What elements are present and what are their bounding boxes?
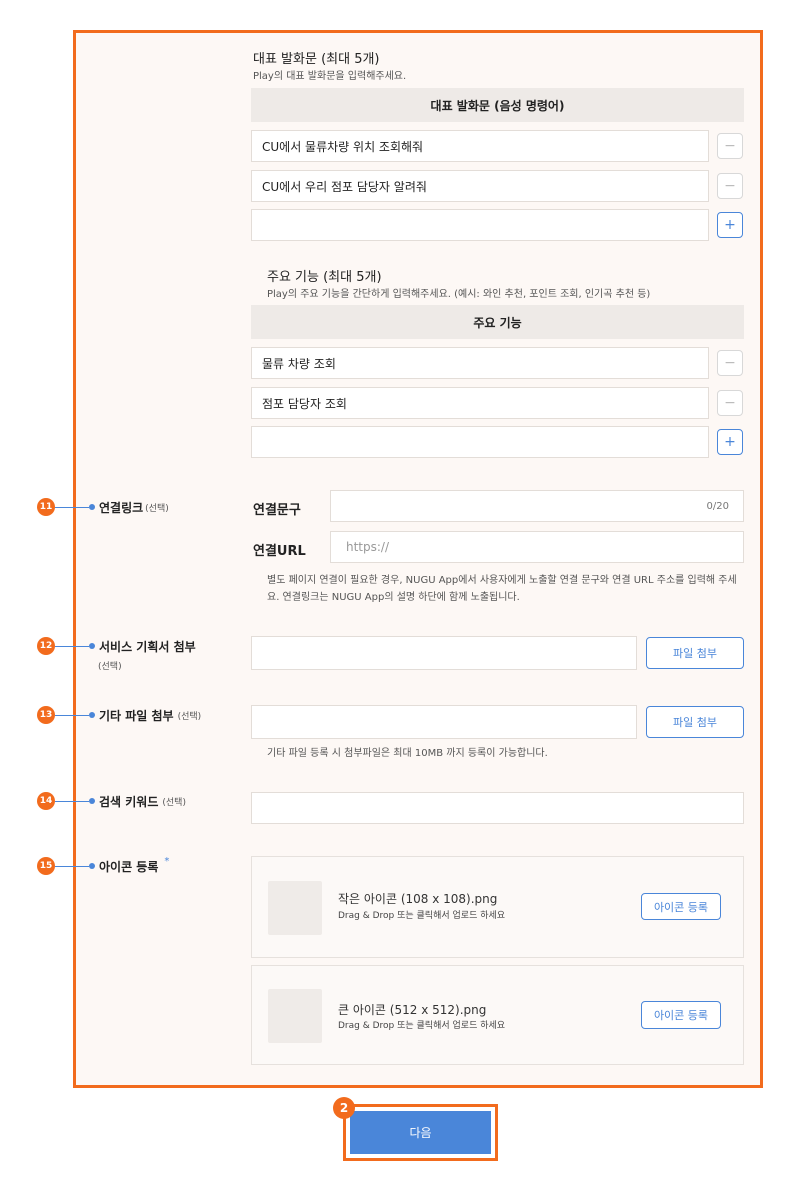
add-utterance-button[interactable]: + [717, 212, 743, 238]
connector-dot [89, 798, 95, 804]
next-button[interactable]: 다음 [350, 1111, 491, 1154]
keyword-input[interactable] [251, 792, 744, 824]
other-file-label: 기타 파일 첨부 [99, 708, 174, 723]
connector-line [55, 865, 89, 867]
utterances-table-header: 대표 발화문 (음성 명령어) [251, 88, 744, 122]
large-icon-upload-card[interactable]: 큰 아이콘 (512 x 512).png Drag & Drop 또는 클릭해… [251, 965, 744, 1065]
link-label: 연결링크 [99, 500, 144, 515]
step-badge-2: 2 [333, 1097, 355, 1119]
plus-icon: + [724, 217, 736, 233]
feature-input-2[interactable]: 점포 담당자 조회 [251, 387, 709, 419]
next-button-frame: 다음 [343, 1104, 498, 1161]
remove-feature-2-button[interactable]: − [717, 390, 743, 416]
other-file-help-text: 기타 파일 등록 시 첨부파일은 최대 10MB 까지 등록이 가능합니다. [267, 748, 548, 759]
plus-icon: + [724, 434, 736, 450]
small-icon-filename: 작은 아이콘 (108 x 108).png [338, 892, 498, 906]
feature-input-1[interactable]: 물류 차량 조회 [251, 347, 709, 379]
features-title: 주요 기능 (최대 5개) [267, 270, 382, 285]
large-icon-filename: 큰 아이콘 (512 x 512).png [338, 1003, 487, 1017]
step-badge-13: 13 [37, 706, 55, 724]
link-optional: (선택) [145, 503, 169, 514]
service-doc-optional: (선택) [98, 662, 122, 672]
icon-label: 아이콘 등록 [99, 859, 159, 874]
large-icon-register-button[interactable]: 아이콘 등록 [641, 1001, 721, 1029]
minus-icon: − [724, 395, 736, 411]
add-feature-button[interactable]: + [717, 429, 743, 455]
features-subtitle: Play의 주요 기능을 간단하게 입력해주세요. (예시: 와인 추천, 포인… [267, 289, 651, 300]
connector-dot [89, 643, 95, 649]
connector-dot [89, 863, 95, 869]
feature-input-3[interactable] [251, 426, 709, 458]
connector-line [55, 714, 89, 716]
step-badge-14: 14 [37, 792, 55, 810]
other-file-label-row: 13 기타 파일 첨부 (선택) [37, 706, 201, 724]
connector-line [55, 800, 89, 802]
link-phrase-input[interactable]: 0/20 [330, 490, 744, 522]
remove-utterance-1-button[interactable]: − [717, 133, 743, 159]
keyword-optional: (선택) [162, 797, 186, 808]
utterance-input-1[interactable]: CU에서 물류차량 위치 조회해줘 [251, 130, 709, 162]
small-icon-hint: Drag & Drop 또는 클릭해서 업로드 하세요 [338, 911, 506, 921]
step-badge-11: 11 [37, 498, 55, 516]
minus-icon: − [724, 355, 736, 371]
utterances-title: 대표 발화문 (최대 5개) [253, 52, 380, 67]
required-mark: * [164, 855, 170, 867]
link-url-label: 연결URL [253, 544, 306, 559]
minus-icon: − [724, 178, 736, 194]
small-icon-thumbnail [268, 881, 322, 935]
link-url-placeholder: https:// [346, 540, 390, 554]
link-phrase-counter: 0/20 [706, 500, 729, 512]
service-doc-attach-button[interactable]: 파일 첨부 [646, 637, 744, 669]
other-file-attach-button[interactable]: 파일 첨부 [646, 706, 744, 738]
connector-dot [89, 504, 95, 510]
icon-label-row: 15 아이콘 등록 * [37, 855, 170, 875]
large-icon-thumbnail [268, 989, 322, 1043]
connector-dot [89, 712, 95, 718]
link-label-row: 11 연결링크 (선택) [37, 498, 169, 516]
keyword-label: 검색 키워드 [99, 794, 159, 809]
utterance-input-2[interactable]: CU에서 우리 점포 담당자 알려줘 [251, 170, 709, 202]
minus-icon: − [724, 138, 736, 154]
other-file-optional: (선택) [177, 711, 202, 722]
step-badge-15: 15 [37, 857, 55, 875]
link-help-text: 별도 페이지 연결이 필요한 경우, NUGU App에서 사용자에게 노출할 … [267, 575, 737, 603]
remove-utterance-2-button[interactable]: − [717, 173, 743, 199]
remove-feature-1-button[interactable]: − [717, 350, 743, 376]
link-phrase-label: 연결문구 [253, 503, 301, 518]
connector-line [55, 645, 89, 647]
small-icon-register-button[interactable]: 아이콘 등록 [641, 893, 721, 920]
large-icon-hint: Drag & Drop 또는 클릭해서 업로드 하세요 [338, 1021, 506, 1031]
connector-line [55, 506, 89, 508]
small-icon-upload-card[interactable]: 작은 아이콘 (108 x 108).png Drag & Drop 또는 클릭… [251, 856, 744, 958]
utterances-subtitle: Play의 대표 발화문을 입력해주세요. [253, 71, 407, 82]
features-table-header: 주요 기능 [251, 305, 744, 339]
keyword-label-row: 14 검색 키워드 (선택) [37, 792, 186, 810]
other-file-field[interactable] [251, 705, 637, 739]
service-doc-label-row: 12 서비스 기획서 첨부 [37, 637, 196, 655]
service-doc-file-field[interactable] [251, 636, 637, 670]
link-url-input[interactable]: https:// [330, 531, 744, 563]
step-badge-12: 12 [37, 637, 55, 655]
utterance-input-3[interactable] [251, 209, 709, 241]
service-doc-label: 서비스 기획서 첨부 [99, 639, 196, 654]
